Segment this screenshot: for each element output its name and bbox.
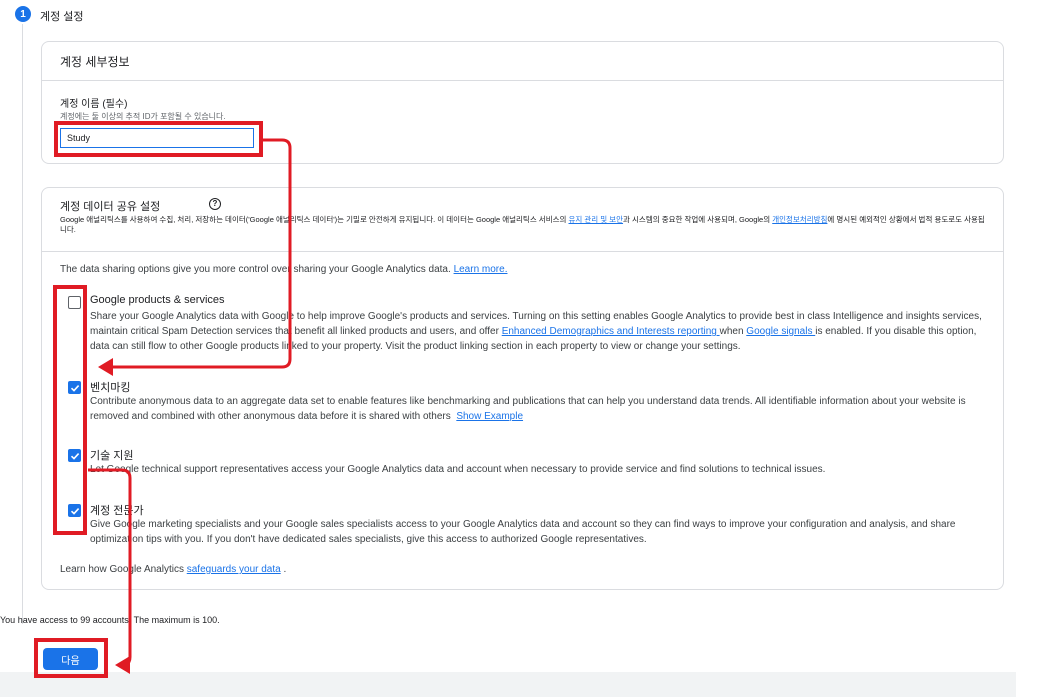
option-description: Share your Google Analytics data with Go… <box>90 309 990 354</box>
annotation-box-next-button <box>34 638 108 678</box>
intro-text: The data sharing options give you more c… <box>60 264 451 275</box>
divider <box>42 80 1003 81</box>
annotation-box-name-input <box>54 121 263 157</box>
safeguards-text: Learn how Google Analytics safeguards yo… <box>60 564 286 575</box>
data-sharing-intro: The data sharing options give you more c… <box>60 264 507 275</box>
data-sharing-card: 계정 데이터 공유 설정 ? Google 애널리틱스를 사용하여 수집, 처리… <box>41 187 1004 590</box>
safeguards-link[interactable]: safeguards your data <box>187 564 281 575</box>
data-sharing-description: Google 애널리틱스를 사용하여 수집, 처리, 저장하는 데이터('Goo… <box>60 215 990 235</box>
step-title: 계정 설정 <box>40 11 84 23</box>
option-description: Let Google technical support representat… <box>90 464 826 475</box>
option-description: Contribute anonymous data to an aggregat… <box>90 394 990 424</box>
account-limit-text: You have access to 99 accounts. The maxi… <box>0 615 220 625</box>
account-details-header: 계정 세부정보 <box>60 55 130 69</box>
step-connector-line <box>22 24 23 624</box>
privacy-policy-link[interactable]: 개인정보처리방침 <box>772 215 827 224</box>
option-title: 계정 전문가 <box>90 505 144 517</box>
learn-text: . <box>280 564 287 575</box>
option-text: Contribute anonymous data to an aggregat… <box>90 396 966 422</box>
option-title: Google products & services <box>90 294 225 306</box>
google-signals-link[interactable]: Google signals <box>746 326 815 337</box>
option-description: Give Google marketing specialists and yo… <box>90 519 956 545</box>
option-title: 벤치마킹 <box>90 382 131 394</box>
data-sharing-header: 계정 데이터 공유 설정 <box>60 201 161 213</box>
description-text: 과 시스템의 중요한 작업에 사용되며, Google의 <box>623 215 773 224</box>
bottom-bar <box>0 672 1016 697</box>
account-name-label: 계정 이름 (필수) <box>60 99 128 110</box>
enhanced-demographics-link[interactable]: Enhanced Demographics and Interests repo… <box>502 326 720 337</box>
maintenance-security-link[interactable]: 유지 관리 및 보안 <box>568 215 623 224</box>
show-example-link[interactable]: Show Example <box>456 411 523 422</box>
option-text: when <box>719 326 747 337</box>
divider <box>42 251 1003 252</box>
annotation-box-checkboxes <box>53 285 87 535</box>
option-title: 기술 지원 <box>90 450 134 462</box>
description-text: Google 애널리틱스를 사용하여 수집, 처리, 저장하는 데이터('Goo… <box>60 215 569 224</box>
learn-text: Learn how Google Analytics <box>60 564 187 575</box>
learn-more-link[interactable]: Learn more. <box>454 264 508 275</box>
help-icon[interactable]: ? <box>209 198 221 210</box>
step-number-badge: 1 <box>15 6 31 22</box>
